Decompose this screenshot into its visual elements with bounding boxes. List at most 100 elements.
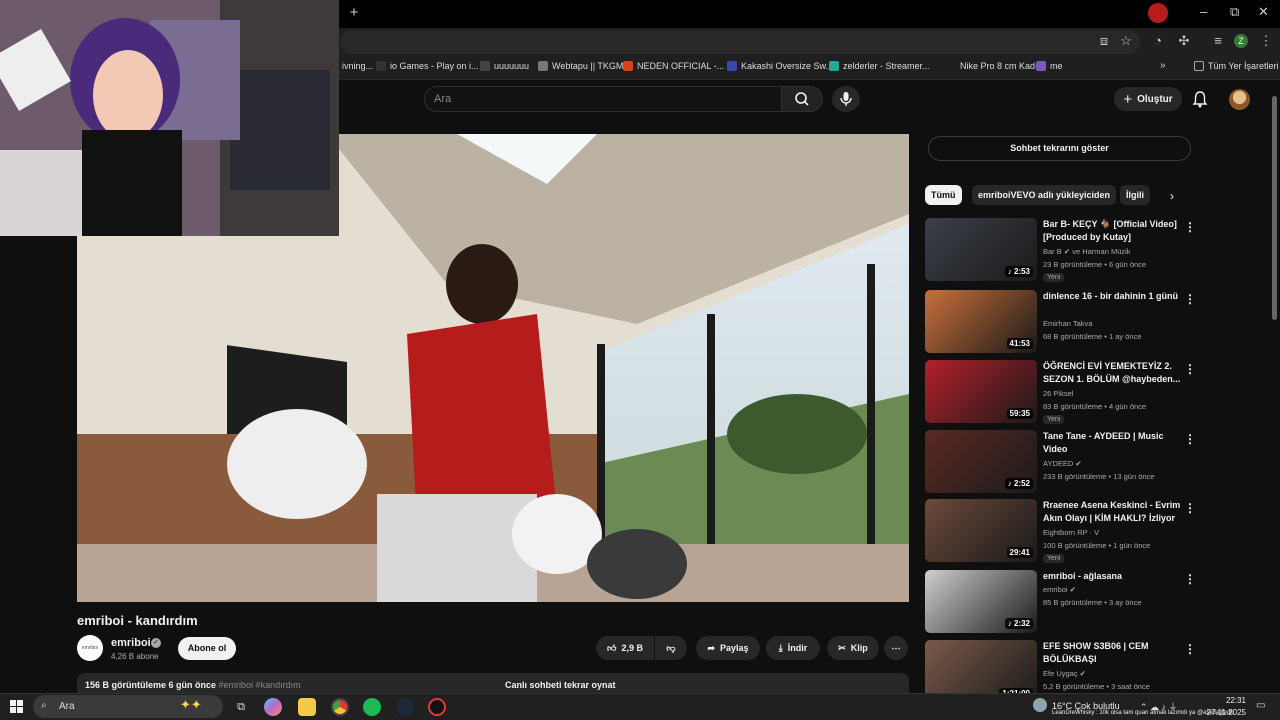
address-bar[interactable] [340,30,1140,54]
video-thumbnail[interactable]: ♪ 2:52 [925,430,1037,493]
notifications-bell-icon[interactable] [1192,90,1208,108]
chevron-right-icon[interactable]: › [1170,189,1174,203]
channel-avatar[interactable]: emriboi [77,635,103,661]
taskbar-date[interactable]: 27.11.2025 [1206,708,1246,717]
file-explorer-icon[interactable] [298,698,316,716]
recommendation-title[interactable]: Bar B- KEÇY 🐐 [Official Video] [Produced… [1043,218,1183,244]
bookmark-item[interactable]: NEDEN OFFICIAL -... [623,61,724,71]
bookmark-item[interactable]: zelderler - Streamer... [829,61,930,71]
video-thumbnail[interactable]: 41:53 [925,290,1037,353]
recommendation-item[interactable]: 29:41 Rraenee Asena Keskinci - Evrim Akın… [925,499,1196,563]
recommendation-meta: 83 B görüntüleme • 4 gün önce [1043,402,1147,411]
chip-all[interactable]: Tümü [925,185,962,205]
browser-menu-icon[interactable]: ⋮ [1258,33,1274,49]
show-chat-replay-button[interactable]: Sohbet tekrarını göster [928,136,1191,161]
recommendation-channel[interactable]: 26 Piksel [1043,389,1073,398]
recommendation-channel[interactable]: Emirhan Takva [1043,319,1092,328]
extension-logo-icon[interactable] [1148,3,1168,23]
clip-button[interactable]: ✂ Klip [827,636,879,660]
copilot-icon[interactable] [264,698,282,716]
dislike-button[interactable]: 👎︎ [655,636,687,660]
more-actions-button[interactable]: ⋯ [884,636,908,660]
task-view-icon[interactable]: ⧉ [232,698,250,716]
bookmark-item[interactable]: Nike Pro 8 cm Kadı... [946,61,1045,71]
video-thumbnail[interactable]: ♪ 2:32 [925,570,1037,633]
install-app-icon[interactable]: ⧈ [1096,33,1112,49]
recommendation-title[interactable]: Tane Tane - AYDEED | Music Video [1043,430,1183,456]
bookmark-item[interactable]: Webtapu || TKGM [538,61,623,71]
more-options-icon[interactable]: ⋮ [1184,501,1196,515]
recommendation-channel[interactable]: Eightborn RP · V [1043,528,1099,537]
more-options-icon[interactable]: ⋮ [1184,572,1196,586]
minimize-icon[interactable]: – [1200,4,1207,19]
share-button[interactable]: ➦ Paylaş [696,636,760,660]
new-tab-button[interactable]: + [346,5,362,21]
new-badge: Yeni [1043,554,1065,563]
download-button[interactable]: ⤓ İndir [766,636,820,660]
extensions-puzzle-icon[interactable]: ✣ [1176,33,1192,49]
description-tags[interactable]: #emriboi #kandırdım [219,680,301,690]
recommendation-title[interactable]: emriboi - ağlasana [1043,570,1183,583]
recommendation-item[interactable]: 59:35 ÖĞRENCİ EVİ YEMEKTEYİZ 2. SEZON 1. … [925,360,1196,424]
obs-icon[interactable] [428,698,446,716]
steam-icon[interactable] [396,698,414,716]
scrollbar-thumb[interactable] [1272,96,1277,320]
recommendation-title[interactable]: ÖĞRENCİ EVİ YEMEKTEYİZ 2. SEZON 1. BÖLÜM… [1043,360,1183,386]
recommendation-item[interactable]: ♪ 2:32 emriboi - ağlasana emriboi ✔ 85 B gö… [925,570,1196,634]
more-options-icon[interactable]: ⋮ [1184,220,1196,234]
search-button[interactable] [781,86,823,112]
recommendation-channel[interactable]: AYDEED ✔ [1043,459,1082,468]
profile-avatar[interactable]: Z [1234,34,1248,48]
tray-icons[interactable]: ⌃ ☁ ♪ ⏚ [1140,700,1178,713]
notification-center-icon[interactable]: ▭ [1256,700,1265,711]
bookmark-item[interactable]: me [1036,61,1063,71]
video-thumbnail[interactable]: 29:41 [925,499,1037,562]
recommendation-title[interactable]: dinlence 16 - bir dahinin 1 günü [1043,290,1183,303]
recommendation-channel[interactable]: Efe Uygaç ✔ [1043,669,1086,678]
search-input[interactable] [424,86,782,112]
create-label: Oluştur [1137,93,1173,105]
bookmark-item[interactable]: io Games - Play on i... [376,61,479,71]
recommendation-item[interactable]: ♪ 2:52 Tane Tane - AYDEED | Music Video AY… [925,430,1196,494]
spotify-icon[interactable] [363,698,381,716]
all-bookmarks[interactable]: Tüm Yer İşaretleri [1194,61,1279,71]
bookmark-item[interactable]: Kakashi Oversize Sw... [727,61,833,71]
recommendation-channel[interactable]: emriboi ✔ [1043,585,1076,594]
chrome-icon[interactable] [331,698,349,716]
recommendation-item[interactable]: ♪ 2:53 Bar B- KEÇY 🐐 [Official Video] [Pr… [925,218,1196,282]
subscribe-button[interactable]: Abone ol [178,637,236,660]
media-control-icon[interactable]: ≡ [1210,33,1226,49]
create-button[interactable]: + Oluştur [1114,87,1182,111]
more-bookmarks-icon[interactable]: » [1160,60,1166,71]
bookmark-star-icon[interactable]: ☆ [1118,33,1134,49]
leaf-icon [538,61,548,71]
chip-from-uploader[interactable]: emriboiVEVO adlı yükleyiciden [972,185,1117,205]
close-window-icon[interactable]: ✕ [1258,4,1269,20]
more-options-icon[interactable]: ⋮ [1184,642,1196,656]
more-options-icon[interactable]: ⋮ [1184,362,1196,376]
voice-search-button[interactable] [832,86,860,112]
recommendation-meta: 233 B görüntüleme • 13 gün önce [1043,472,1155,481]
extension-icon[interactable]: ◔ [1150,33,1166,49]
chip-related[interactable]: İlgili [1120,185,1150,205]
like-count: 2,9 B [621,643,643,653]
recommendation-title[interactable]: EFE SHOW S3B06 | CEM BÖLÜKBAŞI [1043,640,1183,666]
clip-label: Klip [850,643,868,653]
restore-icon[interactable]: ⧉ [1230,4,1239,20]
like-button[interactable]: 👍︎ 2,9 B [596,636,654,660]
taskbar-time[interactable]: 22:31 [1210,696,1246,705]
bookmark-item[interactable]: uuuuuuu [480,61,529,71]
video-thumbnail[interactable]: ♪ 2:53 [925,218,1037,281]
video-thumbnail[interactable]: 59:35 [925,360,1037,423]
more-options-icon[interactable]: ⋮ [1184,292,1196,306]
windows-start-icon[interactable] [10,700,23,713]
recommendation-item[interactable]: 41:53 dinlence 16 - bir dahinin 1 günü Emi… [925,290,1196,354]
user-avatar[interactable] [1229,89,1250,110]
recommendation-meta: 100 B görüntüleme • 1 gün önce [1043,541,1151,550]
recommendation-channel[interactable]: Bar B ✔ ve Harman Müzik [1043,247,1131,256]
more-options-icon[interactable]: ⋮ [1184,432,1196,446]
bookmark-label: ivning... [342,61,374,71]
recommendation-title[interactable]: Rraenee Asena Keskinci - Evrim Akın Olay… [1043,499,1183,525]
video-duration: 29:41 [1006,547,1033,558]
channel-name[interactable]: emriboi [111,637,151,649]
